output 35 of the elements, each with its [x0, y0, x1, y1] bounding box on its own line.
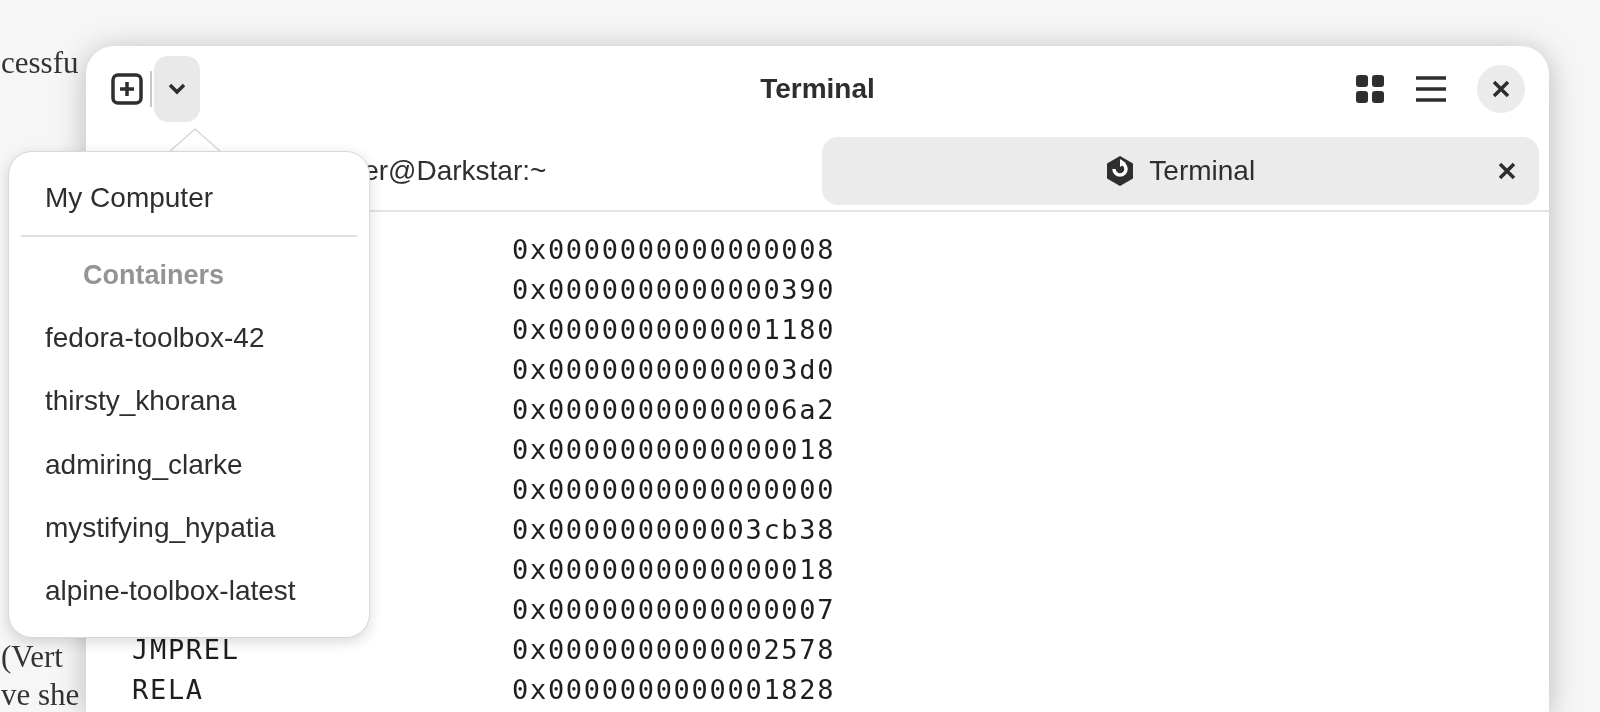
menu-item[interactable]: fedora-toolbox-42: [21, 306, 357, 370]
menu-section-header: Containers: [82, 258, 226, 292]
menu-item[interactable]: admiring_clarke: [21, 433, 357, 497]
close-icon: [1492, 80, 1510, 98]
terminal-text: 0x0000000000000390: [512, 273, 836, 307]
tab[interactable]: Terminal: [821, 137, 1539, 205]
terminal-text: 0x0000000000000008: [512, 233, 836, 267]
window-title: Terminal: [760, 72, 875, 106]
terminal-text: 0x0000000000001180: [512, 313, 836, 347]
new-tab-icon[interactable]: [110, 72, 144, 106]
menu-item[interactable]: alpine-toolbox-latest: [21, 559, 357, 623]
terminal-text: 0x00000000000003d0: [512, 353, 836, 387]
terminal-text: RELA: [132, 673, 205, 707]
terminal-text: 0x00000000000006a2: [512, 393, 836, 427]
menu-icon[interactable]: [1415, 76, 1447, 102]
terminal-text: 0x0000000000000007: [512, 593, 836, 627]
page-text: cessfu: [1, 44, 79, 82]
menu-item[interactable]: mystifying_hypatia: [21, 496, 357, 560]
terminal-text: 0x0000000000000018: [512, 433, 836, 467]
page-text: (Vert: [1, 638, 63, 676]
close-icon[interactable]: [1498, 162, 1516, 180]
terminal-text: 0x000000000003cb38: [512, 513, 836, 547]
close-button[interactable]: [1477, 65, 1525, 113]
hexagon-icon: [1105, 155, 1136, 187]
menu-item[interactable]: thirsty_khorana: [21, 369, 357, 434]
terminal-text: 0x0000000000000018: [512, 553, 836, 587]
terminal-text: 0x0000000000001828: [512, 673, 836, 707]
terminal-text: 0x0000000000000000: [512, 473, 836, 507]
grid-icon[interactable]: [1355, 74, 1385, 104]
page-text: ve she: [1, 676, 80, 712]
terminal-text: JMPREL: [132, 633, 241, 667]
dropdown-button[interactable]: [154, 56, 200, 122]
terminal-text: 0x0000000000002578: [512, 633, 836, 667]
chevron-down-icon: [168, 83, 186, 95]
menu-item[interactable]: My Computer: [21, 166, 357, 230]
